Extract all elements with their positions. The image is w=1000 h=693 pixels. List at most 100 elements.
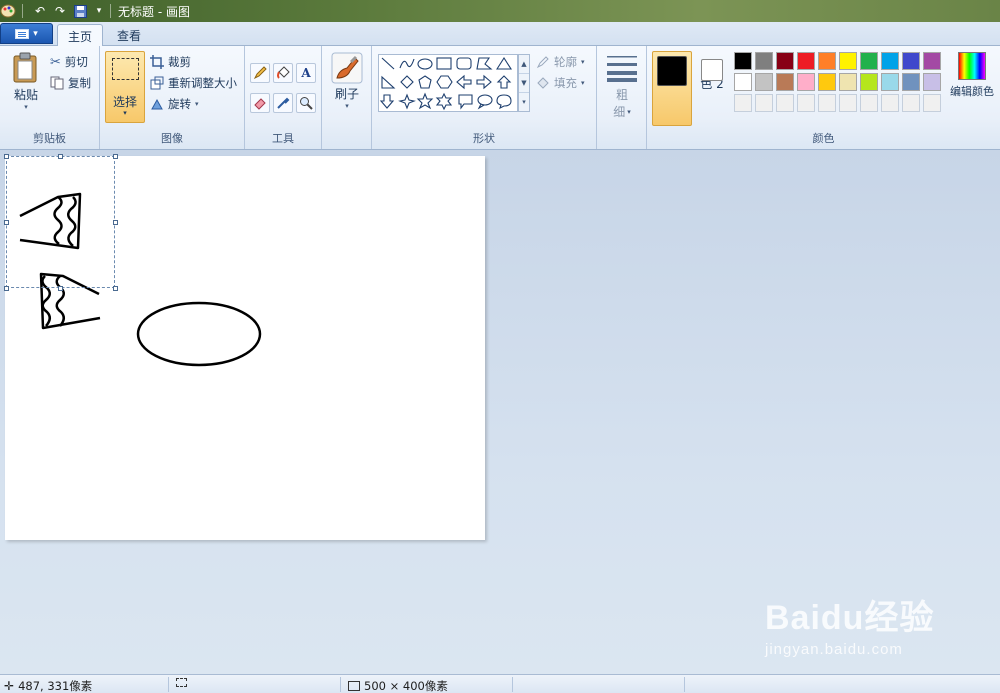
palette-swatch[interactable]	[902, 94, 920, 112]
size-label-line1: 粗	[615, 88, 628, 102]
palette-swatch[interactable]	[797, 94, 815, 112]
palette-swatch[interactable]	[881, 52, 899, 70]
color-picker-tool[interactable]	[273, 93, 293, 113]
color1-button[interactable]: 颜 色 1	[652, 51, 692, 126]
customize-toolbar-icon[interactable]: ▾	[91, 3, 107, 19]
scissors-icon: ✂	[50, 54, 61, 70]
image-group-label: 图像	[161, 132, 183, 145]
text-tool[interactable]: A	[296, 63, 316, 83]
palette-swatch[interactable]	[818, 52, 836, 70]
cursor-position: ✛ 487, 331像素	[4, 678, 92, 693]
copy-button[interactable]: 复制	[50, 75, 91, 91]
redo-icon[interactable]: ↷	[52, 3, 68, 19]
select-button[interactable]: 选择 ▾	[105, 51, 145, 123]
palette-swatch[interactable]	[881, 94, 899, 112]
palette-swatch[interactable]	[818, 94, 836, 112]
crop-button[interactable]: 裁剪	[150, 54, 191, 70]
palette-swatch[interactable]	[839, 94, 857, 112]
palette-swatch[interactable]	[734, 52, 752, 70]
selection-marquee-icon	[112, 58, 139, 80]
gallery-expand-icon[interactable]: ▾	[519, 93, 529, 112]
scroll-up-icon[interactable]: ▲	[519, 55, 529, 74]
rotate-button[interactable]: 旋转 ▾	[150, 96, 199, 112]
resize-handle[interactable]	[4, 286, 9, 291]
watermark-brand: Baidu经验	[765, 599, 935, 637]
outline-button[interactable]: 轮廓 ▾	[536, 54, 585, 70]
paste-button[interactable]: 粘贴 ▾	[8, 52, 44, 111]
chevron-down-icon: ▾	[195, 100, 199, 108]
palette-swatch[interactable]	[776, 52, 794, 70]
resize-handle[interactable]	[58, 154, 63, 159]
resize-handle[interactable]	[113, 286, 118, 291]
palette-swatch[interactable]	[818, 73, 836, 91]
shapes-group-label: 形状	[473, 132, 495, 145]
document-icon	[15, 28, 30, 39]
baidu-watermark: Baidu经验 jingyan.baidu.com	[765, 590, 934, 658]
paint-menu-button[interactable]: ▾	[0, 23, 53, 44]
resize-button[interactable]: 重新调整大小	[150, 75, 237, 91]
palette-swatch[interactable]	[797, 73, 815, 91]
color1-swatch	[657, 56, 687, 86]
resize-icon	[150, 76, 164, 90]
resize-handle[interactable]	[113, 154, 118, 159]
paint-app-icon[interactable]	[0, 3, 16, 19]
palette-swatch[interactable]	[923, 94, 941, 112]
palette-swatch[interactable]	[755, 94, 773, 112]
palette-swatch[interactable]	[923, 73, 941, 91]
cursor-position-text: 487, 331像素	[18, 679, 93, 693]
palette-swatch[interactable]	[860, 73, 878, 91]
brushes-button[interactable]: 刷子 ▾	[330, 52, 364, 110]
palette-swatch[interactable]	[839, 52, 857, 70]
palette-swatch[interactable]	[881, 73, 899, 91]
brush-icon	[331, 52, 363, 84]
title-separator	[22, 4, 23, 18]
window-title: 无标题 - 画图	[118, 5, 190, 19]
clipboard-group-label: 剪贴板	[33, 132, 66, 145]
tab-home[interactable]: 主页	[57, 24, 104, 47]
palette-swatch[interactable]	[734, 73, 752, 91]
cut-button[interactable]: ✂ 剪切	[50, 54, 88, 70]
palette-swatch[interactable]	[755, 52, 773, 70]
palette-swatch[interactable]	[902, 52, 920, 70]
resize-handle[interactable]	[58, 286, 63, 291]
undo-disabled-icon[interactable]: ↶	[32, 3, 48, 19]
fill-tool[interactable]	[273, 63, 293, 83]
palette-swatch[interactable]	[776, 73, 794, 91]
palette-swatch[interactable]	[839, 73, 857, 91]
palette-swatch[interactable]	[923, 52, 941, 70]
palette-swatch[interactable]	[776, 94, 794, 112]
palette-swatch[interactable]	[734, 94, 752, 112]
palette-swatch[interactable]	[797, 52, 815, 70]
chevron-down-icon: ▾	[123, 109, 127, 117]
scroll-down-icon[interactable]: ▼	[519, 74, 529, 93]
fill-shape-label: 填充	[554, 76, 577, 90]
palette-swatch[interactable]	[860, 94, 878, 112]
shapes-gallery-scroll[interactable]: ▲ ▼ ▾	[518, 54, 530, 112]
color2-button[interactable]: 颜 色 2	[694, 51, 730, 126]
outline-pen-icon	[536, 56, 549, 69]
eraser-tool[interactable]	[250, 93, 270, 113]
selection-size-icon	[176, 678, 187, 687]
copy-icon	[50, 76, 64, 90]
palette-swatch[interactable]	[755, 73, 773, 91]
palette-swatch[interactable]	[860, 52, 878, 70]
resize-handle[interactable]	[4, 154, 9, 159]
paste-icon	[13, 52, 37, 83]
size-button[interactable]: 粗 细 ▾	[602, 54, 642, 120]
pencil-tool[interactable]	[250, 63, 270, 83]
palette-swatch[interactable]	[902, 73, 920, 91]
resize-handle[interactable]	[113, 220, 118, 225]
fill-shape-button[interactable]: 填充 ▾	[536, 75, 585, 91]
save-icon[interactable]	[72, 3, 88, 19]
chevron-down-icon: ▾	[345, 102, 349, 110]
canvas-size-icon	[348, 681, 360, 691]
selection-rectangle[interactable]	[6, 156, 115, 288]
shapes-gallery[interactable]	[378, 54, 518, 112]
tab-view[interactable]: 查看	[107, 24, 151, 47]
edit-colors-button[interactable]: 编辑颜色	[947, 52, 997, 99]
resize-handle[interactable]	[4, 220, 9, 225]
magnifier-tool[interactable]	[296, 93, 316, 113]
shapes-gallery-icons	[379, 56, 513, 111]
status-bar: ✛ 487, 331像素 500 × 400像素	[0, 674, 1000, 693]
selection-size	[176, 678, 191, 687]
